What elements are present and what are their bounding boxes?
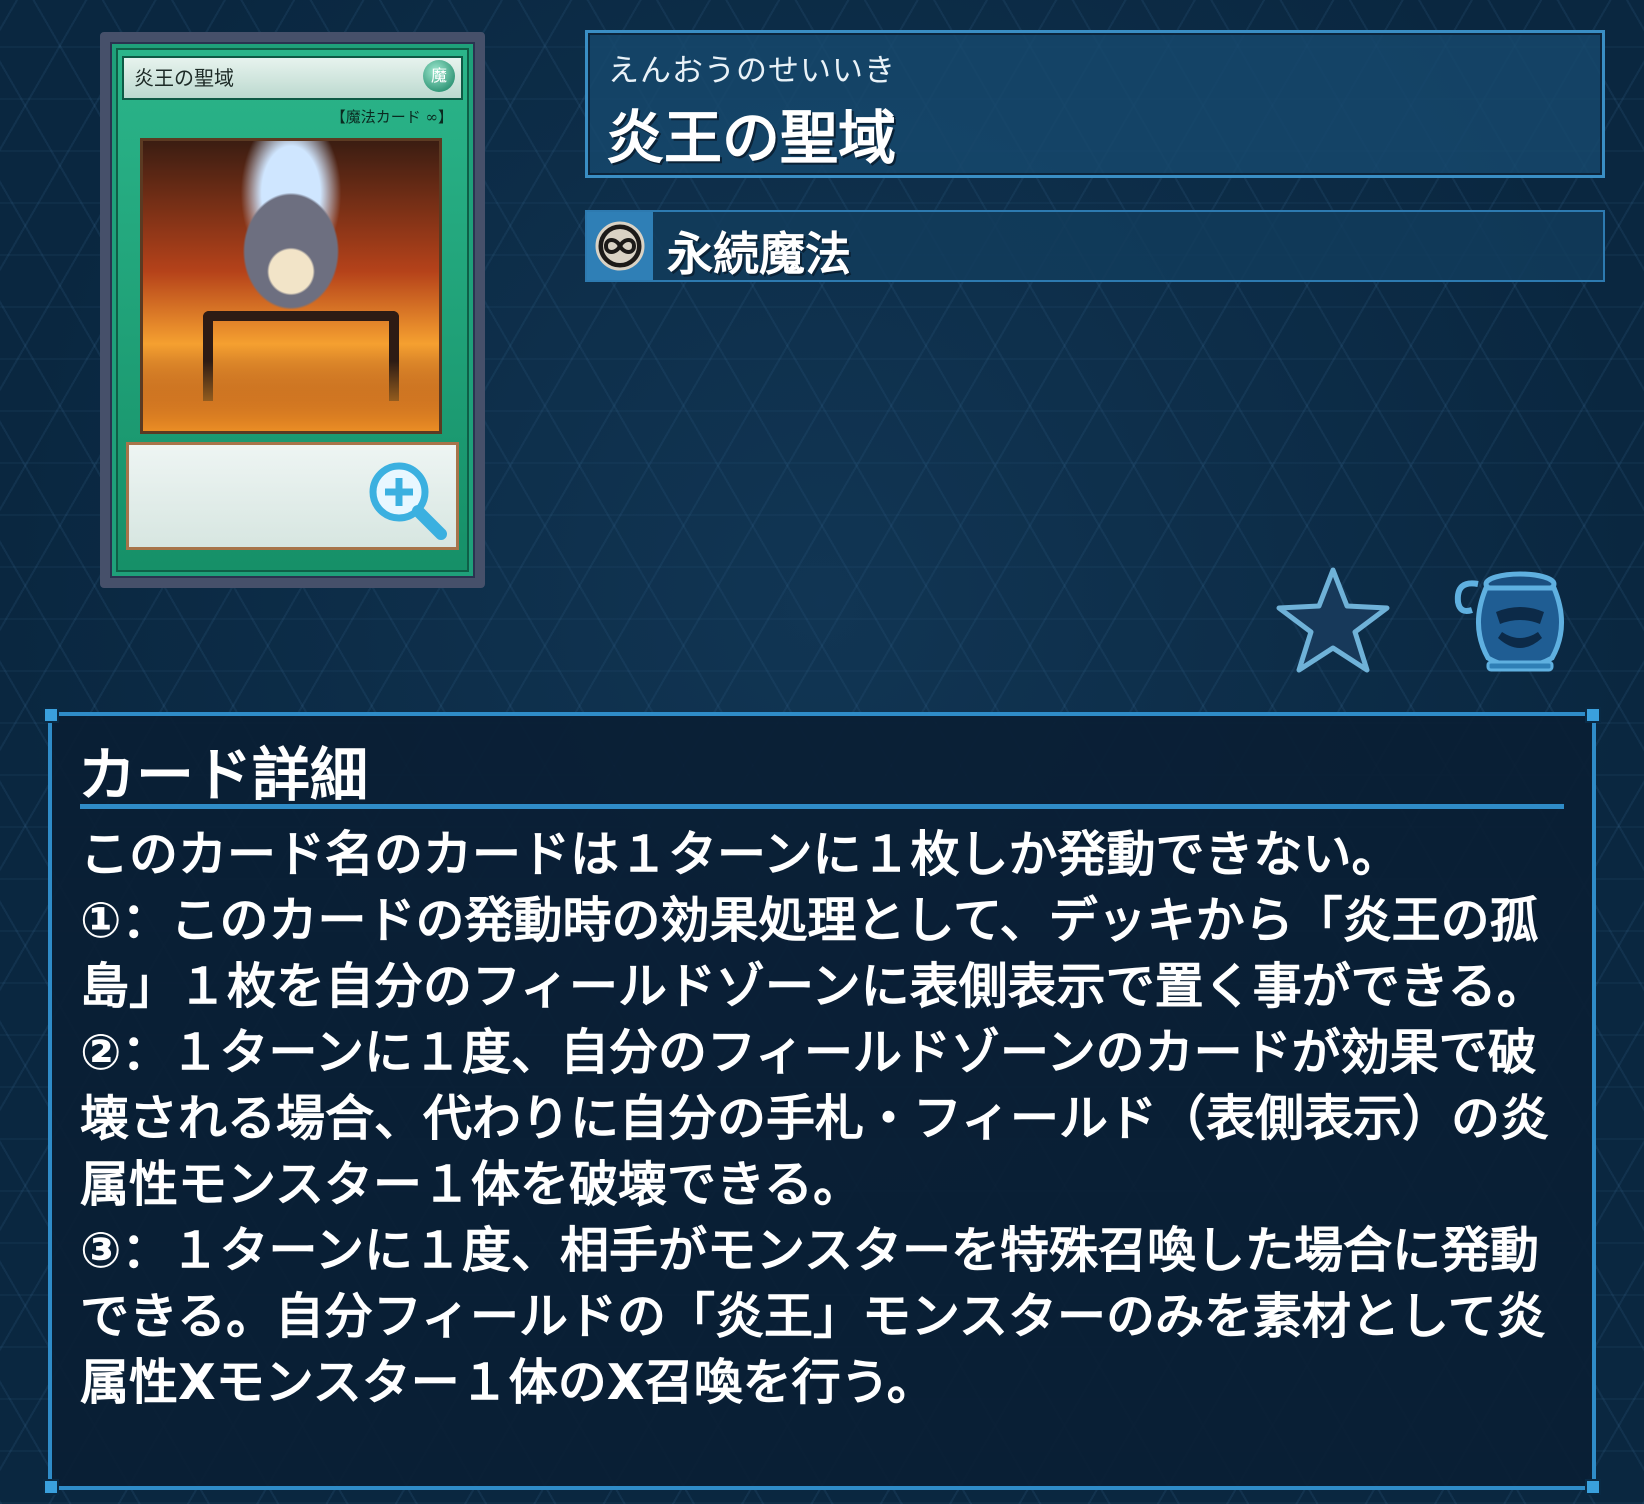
panel-corner: [1585, 707, 1601, 723]
card-title: 炎王の聖域: [606, 104, 897, 172]
pot-of-greed-icon[interactable]: [1448, 566, 1580, 676]
panel-corner: [43, 1479, 59, 1495]
continuous-infinity-icon: [595, 221, 645, 271]
panel-corner: [1585, 1479, 1601, 1495]
card-image-name: 炎王の聖域: [122, 56, 463, 100]
card-name-ruby: えんおうのせいいき: [608, 53, 896, 89]
card-type-label: 永続魔法: [667, 227, 851, 281]
card-type-panel: 永続魔法: [585, 210, 1605, 282]
star-icon[interactable]: [1275, 566, 1391, 674]
card-image-type-line: 【魔法カード ∞】: [330, 108, 453, 126]
panel-corner: [43, 707, 59, 723]
artwork-lava-glow: [143, 361, 439, 431]
card-details-heading: カード詳細: [78, 741, 369, 809]
card-details-panel: カード詳細 このカード名のカードは１ターンに１枚しか発動できない。 ①：このカー…: [43, 707, 1601, 1495]
card-artwork: [140, 138, 442, 434]
card-effect-text: このカード名のカードは１ターンに１枚しか発動できない。 ①：このカードの発動時の…: [80, 826, 1550, 1411]
zoom-in-icon[interactable]: [361, 454, 451, 544]
heading-divider: [80, 804, 1564, 809]
type-icon-background: [587, 212, 653, 280]
card-attribute-icon: 魔: [423, 60, 455, 92]
card-image[interactable]: 炎王の聖域 魔 【魔法カード ∞】: [100, 32, 485, 588]
card-name-panel: えんおうのせいいき 炎王の聖域: [585, 30, 1605, 178]
